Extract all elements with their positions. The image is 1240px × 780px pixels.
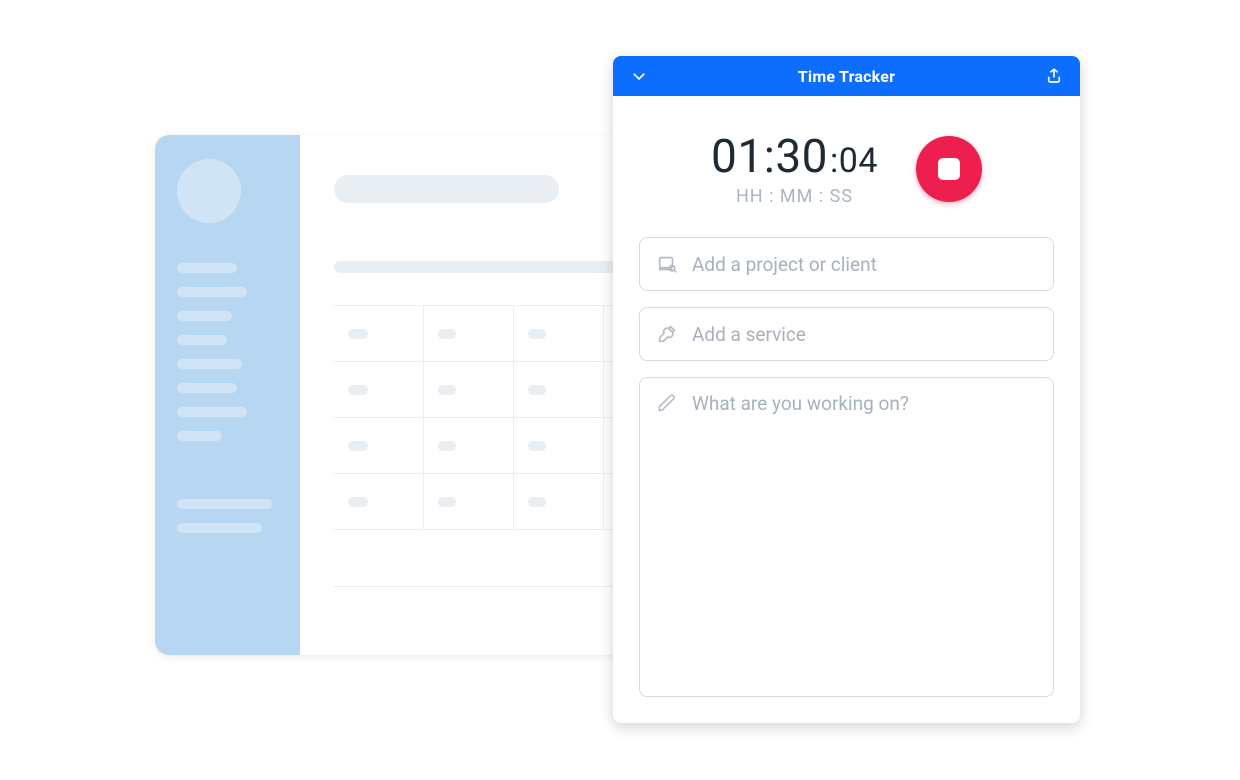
pencil-icon [656, 392, 678, 414]
project-field[interactable] [639, 237, 1054, 291]
project-input[interactable] [692, 253, 1037, 276]
background-sidebar [155, 135, 300, 655]
tracker-fields [613, 219, 1080, 723]
background-avatar [177, 159, 241, 223]
service-field[interactable] [639, 307, 1054, 361]
folder-search-icon [656, 253, 678, 275]
notes-input[interactable] [692, 392, 1037, 696]
tools-icon [656, 323, 678, 345]
time-tracker-panel: Time Tracker 01:30 :04 HH : MM : SS [613, 56, 1080, 723]
tracker-header: Time Tracker [613, 56, 1080, 96]
tracker-title: Time Tracker [798, 67, 895, 86]
chevron-down-icon[interactable] [627, 64, 651, 88]
stop-icon [938, 158, 960, 180]
background-nav [177, 263, 278, 533]
notes-field[interactable] [639, 377, 1054, 697]
timer-area: 01:30 :04 HH : MM : SS [613, 96, 1080, 219]
background-title-skeleton [334, 175, 559, 203]
service-input[interactable] [692, 323, 1037, 346]
timer-value: 01:30 :04 [711, 130, 878, 184]
share-icon[interactable] [1042, 64, 1066, 88]
timer-hh-mm: 01:30 [711, 130, 828, 184]
stop-button[interactable] [916, 136, 982, 202]
timer-format-label: HH : MM : SS [711, 186, 878, 207]
timer-ss: :04 [830, 141, 878, 181]
